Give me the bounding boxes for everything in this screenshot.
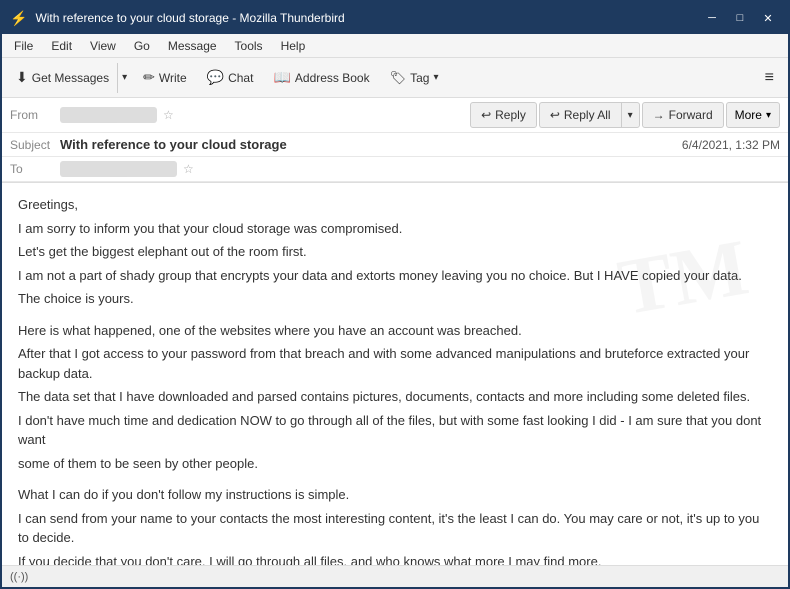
get-messages-dropdown[interactable]: ▾ [117,63,131,93]
chat-label: Chat [228,71,253,85]
write-label: Write [159,71,187,85]
reply-all-button[interactable]: ↩ Reply All [539,102,621,128]
title-bar-controls: ─ □ ✕ [700,6,780,30]
date-value: 6/4/2021, 1:32 PM [682,138,780,152]
reply-all-icon: ↩ [550,108,560,122]
menu-view[interactable]: View [82,37,124,55]
subject-label: Subject [10,138,60,152]
body-line2: I am sorry to inform you that your cloud… [18,219,772,239]
body-line13: If you decide that you don't care, I wil… [18,552,772,566]
body-line10: some of them to be seen by other people. [18,454,772,474]
subject-row: Subject With reference to your cloud sto… [2,133,788,157]
address-book-icon: 📖 [273,69,290,86]
status-icon: ((·)) [10,571,28,583]
reply-all-dropdown[interactable]: ▾ [621,102,640,128]
to-label: To [10,162,60,176]
more-button[interactable]: More ▾ [726,102,780,128]
menu-go[interactable]: Go [126,37,158,55]
menu-message[interactable]: Message [160,37,225,55]
tag-label: Tag [410,71,429,85]
email-body: TM Greetings, I am sorry to inform you t… [2,183,788,565]
address-book-button[interactable]: 📖 Address Book [265,63,377,93]
tag-button[interactable]: 🏷 Tag ▾ [382,63,447,93]
write-icon: ✏ [143,69,155,86]
title-bar-left: ⚡ With reference to your cloud storage -… [10,10,345,27]
get-messages-group: ⬇ Get Messages ▾ [8,63,131,93]
forward-button[interactable]: → Forward [642,102,724,128]
body-line12: I can send from your name to your contac… [18,509,772,548]
maximize-button[interactable]: □ [728,6,752,30]
body-line1: Greetings, [18,195,772,215]
status-bar: ((·)) [2,565,788,587]
to-row: To ██ ☆ [2,157,788,182]
subject-container: Subject With reference to your cloud sto… [10,137,287,152]
chat-icon: 💬 [207,69,224,86]
body-line4: I am not a part of shady group that encr… [18,266,772,286]
email-header: From ██ ☆ ↩ Reply ↩ Reply All ▾ [2,98,788,183]
reply-button[interactable]: ↩ Reply [470,102,537,128]
menu-edit[interactable]: Edit [43,37,80,55]
title-bar: ⚡ With reference to your cloud storage -… [2,2,788,34]
reply-all-group: ↩ Reply All ▾ [539,102,640,128]
body-line11: What I can do if you don't follow my ins… [18,485,772,505]
write-button[interactable]: ✏ Write [135,63,195,93]
main-window: ⚡ With reference to your cloud storage -… [0,0,790,589]
menu-bar: File Edit View Go Message Tools Help [2,34,788,58]
forward-label: Forward [669,108,713,122]
window-title: With reference to your cloud storage - M… [35,11,344,25]
address-book-label: Address Book [295,71,370,85]
toolbar: ⬇ Get Messages ▾ ✏ Write 💬 Chat 📖 Addres… [2,58,788,98]
from-label: From [10,108,60,122]
subject-value: With reference to your cloud storage [60,137,287,152]
to-value: ██ [60,161,177,177]
body-line9: I don't have much time and dedication NO… [18,411,772,450]
body-line8: The data set that I have downloaded and … [18,387,772,407]
get-messages-icon: ⬇ [16,69,28,86]
app-icon: ⚡ [10,10,27,27]
body-line7: After that I got access to your password… [18,344,772,383]
body-line3: Let's get the biggest elephant out of th… [18,242,772,262]
hamburger-menu[interactable]: ≡ [757,65,782,91]
body-line5: The choice is yours. [18,289,772,309]
menu-file[interactable]: File [6,37,41,55]
more-label: More [735,108,762,122]
star-icon[interactable]: ☆ [163,108,174,122]
action-buttons: ↩ Reply ↩ Reply All ▾ → Forward [470,102,780,128]
close-button[interactable]: ✕ [756,6,780,30]
tag-dropdown-icon: ▾ [433,72,438,83]
to-star-icon[interactable]: ☆ [183,162,194,176]
main-content: From ██ ☆ ↩ Reply ↩ Reply All ▾ [2,98,788,587]
menu-help[interactable]: Help [273,37,314,55]
from-row: From ██ ☆ [10,107,470,123]
reply-icon: ↩ [481,108,491,122]
get-messages-button[interactable]: ⬇ Get Messages [8,63,117,93]
menu-tools[interactable]: Tools [227,37,271,55]
from-value: ██ [60,107,157,123]
minimize-button[interactable]: ─ [700,6,724,30]
get-messages-label: Get Messages [32,71,109,85]
forward-icon: → [653,108,665,122]
more-dropdown-icon: ▾ [766,110,771,121]
body-line6: Here is what happened, one of the websit… [18,321,772,341]
action-bar: From ██ ☆ ↩ Reply ↩ Reply All ▾ [2,98,788,133]
chat-button[interactable]: 💬 Chat [199,63,262,93]
tag-icon: 🏷 [390,70,407,86]
reply-all-label: Reply All [564,108,611,122]
reply-label: Reply [495,108,526,122]
